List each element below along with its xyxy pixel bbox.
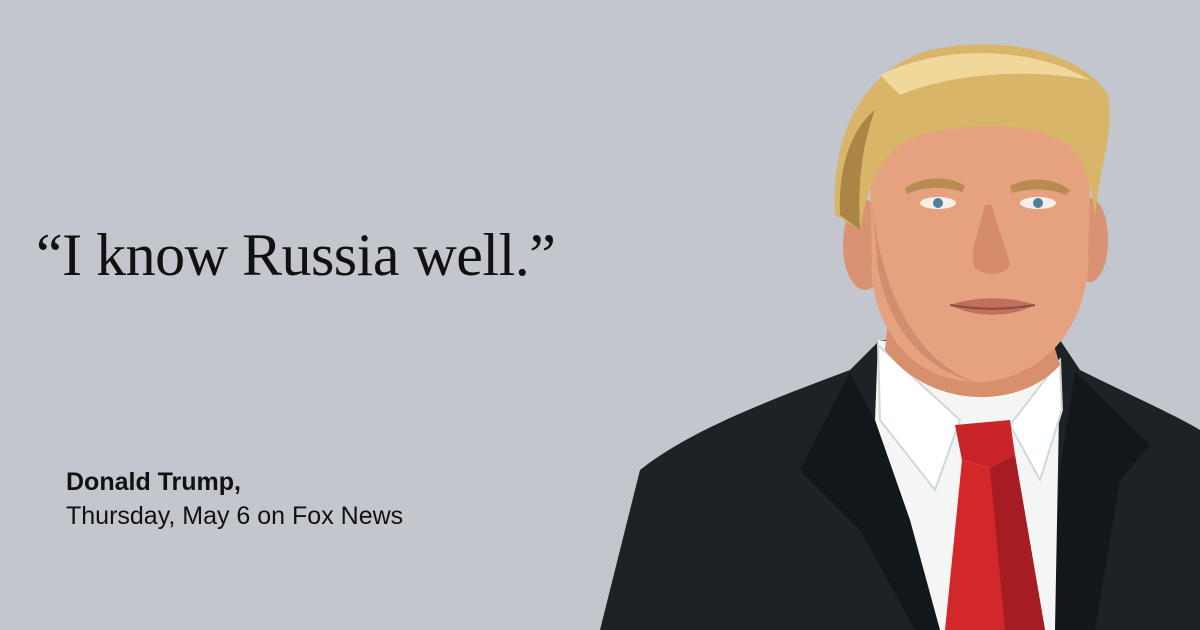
attribution: Donald Trump, Thursday, May 6 on Fox New… bbox=[66, 466, 403, 534]
quote-text: “I know Russia well.” bbox=[36, 222, 556, 288]
quote-source: Thursday, May 6 on Fox News bbox=[66, 501, 404, 530]
speaker-name: Donald Trump, bbox=[66, 468, 241, 496]
portrait-illustration-icon bbox=[600, 44, 1200, 630]
right-iris bbox=[1033, 198, 1043, 208]
left-iris bbox=[933, 198, 943, 208]
quote-card: “I know Russia well.” Donald Trump, Thur… bbox=[0, 0, 1200, 630]
